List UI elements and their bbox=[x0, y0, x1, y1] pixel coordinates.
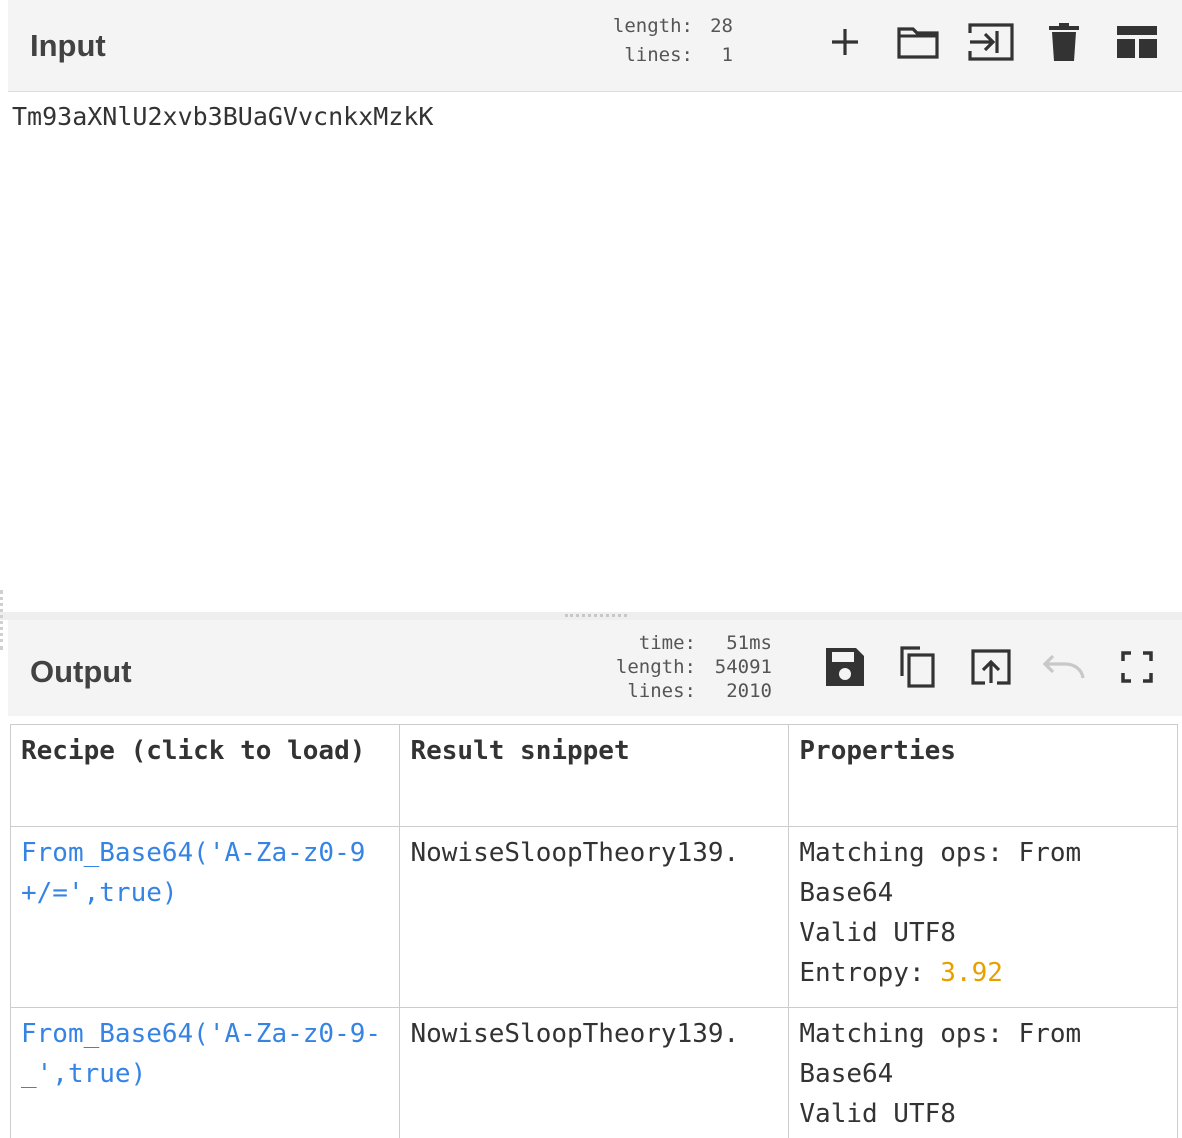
open-folder-icon bbox=[896, 27, 939, 59]
input-pane: Input length: 28 lines: 1 Tm93aXNlU2xvb3… bbox=[0, 0, 1182, 616]
fullscreen-icon bbox=[1120, 651, 1153, 683]
recipe-link[interactable]: From_Base64('A-Za-z0-9+/=',true) bbox=[21, 838, 365, 908]
property-valid-utf8: Valid UTF8 bbox=[799, 1099, 956, 1129]
output-toolbar bbox=[808, 642, 1173, 692]
input-lines-value: 1 bbox=[721, 44, 733, 66]
undo-switch-button[interactable] bbox=[1027, 642, 1100, 692]
properties-cell: Matching ops: From Base64 Valid UTF8 bbox=[788, 1007, 1178, 1138]
input-length-label: length: bbox=[612, 15, 693, 37]
input-toolbar bbox=[808, 17, 1173, 67]
layout-icon bbox=[1116, 26, 1157, 58]
replace-input-button[interactable] bbox=[954, 642, 1027, 692]
output-lines-value: 2010 bbox=[726, 680, 772, 702]
copy-icon bbox=[899, 646, 935, 688]
input-stats: length: 28 lines: 1 bbox=[593, 12, 733, 70]
output-header: Output time: 51ms length: 54091 lines: 2010 bbox=[8, 620, 1182, 716]
property-matching-ops: Matching ops: From Base64 bbox=[799, 838, 1082, 908]
recipe-link[interactable]: From_Base64('A-Za-z0-9-_',true) bbox=[21, 1019, 381, 1089]
output-length-value: 54091 bbox=[714, 656, 772, 678]
result-snippet: NowiseSloopTheory139. bbox=[410, 838, 740, 868]
save-output-button[interactable] bbox=[808, 642, 881, 692]
replace-input-icon bbox=[970, 649, 1011, 685]
input-text-area[interactable]: Tm93aXNlU2xvb3BUaGVvcnkxMzkK bbox=[8, 92, 1182, 612]
table-header-row: Recipe (click to load) Result snippet Pr… bbox=[9, 724, 1178, 827]
input-lines-label: lines: bbox=[624, 44, 693, 66]
recipe-cell: From_Base64('A-Za-z0-9+/=',true) bbox=[9, 826, 401, 1008]
copy-output-button[interactable] bbox=[881, 642, 954, 692]
property-matching-ops: Matching ops: From Base64 bbox=[799, 1019, 1082, 1089]
table-row: From_Base64('A-Za-z0-9+/=',true) NowiseS… bbox=[9, 826, 1178, 1008]
property-valid-utf8: Valid UTF8 bbox=[799, 918, 956, 948]
output-time-label: time: bbox=[638, 632, 696, 654]
input-header: Input length: 28 lines: 1 bbox=[8, 0, 1182, 92]
maximise-output-button[interactable] bbox=[1100, 642, 1173, 692]
properties-cell: Matching ops: From Base64 Valid UTF8 Ent… bbox=[788, 826, 1178, 1008]
add-icon bbox=[831, 29, 858, 55]
snippet-cell: NowiseSloopTheory139. bbox=[399, 1007, 790, 1138]
side-gutter-grip[interactable] bbox=[0, 590, 4, 650]
magic-results-table: Recipe (click to load) Result snippet Pr… bbox=[9, 724, 1178, 1138]
property-entropy: Entropy: 3.92 bbox=[799, 953, 1167, 993]
trash-icon bbox=[1048, 23, 1079, 61]
entropy-value: 3.92 bbox=[940, 958, 1003, 988]
output-area: Recipe (click to load) Result snippet Pr… bbox=[8, 716, 1182, 1138]
snippet-cell: NowiseSloopTheory139. bbox=[399, 826, 790, 1008]
cyberchef-io-panel: Input length: 28 lines: 1 Tm93aXNlU2xvb3… bbox=[0, 0, 1182, 1138]
recipe-cell: From_Base64('A-Za-z0-9-_',true) bbox=[9, 1007, 401, 1138]
output-lines-label: lines: bbox=[627, 680, 696, 702]
entropy-label: Entropy: bbox=[799, 958, 941, 988]
input-length-value: 28 bbox=[710, 15, 733, 37]
header-result-snippet: Result snippet bbox=[399, 724, 790, 827]
output-stats: time: 51ms length: 54091 lines: 2010 bbox=[590, 631, 772, 703]
output-time-value: 51ms bbox=[726, 632, 772, 654]
save-icon bbox=[825, 648, 864, 686]
output-length-label: length: bbox=[615, 656, 696, 678]
reset-layout-button[interactable] bbox=[1100, 17, 1173, 67]
result-snippet: NowiseSloopTheory139. bbox=[410, 1019, 740, 1049]
open-folder-button[interactable] bbox=[954, 17, 1027, 67]
divider-grip[interactable] bbox=[565, 614, 627, 618]
clear-io-button[interactable] bbox=[1027, 17, 1100, 67]
table-row: From_Base64('A-Za-z0-9-_',true) NowiseSl… bbox=[9, 1007, 1178, 1138]
input-title: Input bbox=[30, 28, 106, 63]
output-title: Output bbox=[30, 654, 132, 689]
header-recipe: Recipe (click to load) bbox=[9, 724, 401, 827]
add-input-button[interactable] bbox=[808, 17, 881, 67]
header-properties: Properties bbox=[788, 724, 1178, 827]
import-icon bbox=[967, 23, 1014, 61]
undo-icon bbox=[1042, 654, 1085, 679]
open-file-button[interactable] bbox=[881, 17, 954, 67]
